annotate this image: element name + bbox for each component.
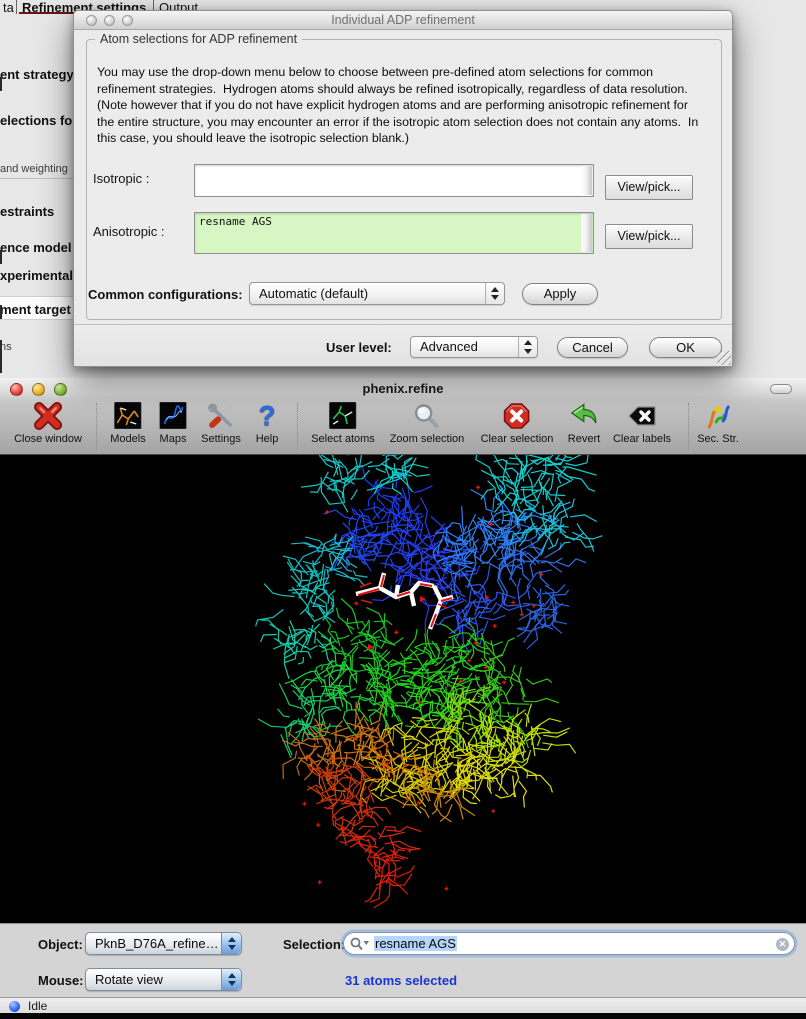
isotropic-label: Isotropic : — [93, 171, 149, 186]
adp-refinement-dialog: Individual ADP refinement Atom selection… — [73, 10, 733, 367]
background-label: ment target — [0, 302, 71, 317]
sec-str-button[interactable]: Sec. Str. — [697, 399, 739, 445]
phenix-refine-window: phenix.refine Close window — [0, 378, 806, 1019]
clipped-widget-edge — [0, 250, 2, 264]
toolbar-separator — [96, 403, 97, 449]
dropdown-stepper — [485, 283, 504, 304]
screen: ta Refinement settings Output ent strate… — [0, 0, 806, 1019]
dropdown-stepper — [518, 337, 537, 357]
clear-labels-icon — [613, 399, 671, 432]
toolbar-separator — [688, 403, 689, 449]
window-header: phenix.refine Close window — [0, 378, 806, 455]
models-button[interactable]: Models — [110, 399, 145, 445]
background-label: ent strategy — [0, 67, 74, 82]
clear-selection-icon — [481, 399, 554, 432]
cancel-button[interactable]: Cancel — [557, 337, 628, 358]
dialog-description: You may use the drop-down menu below to … — [97, 64, 703, 147]
dropdown-stepper — [221, 969, 241, 990]
tab-data-fragment[interactable]: ta — [3, 0, 14, 15]
close-window-icon — [14, 399, 82, 432]
apply-button[interactable]: Apply — [522, 283, 598, 305]
maps-button[interactable]: Maps — [160, 399, 187, 445]
field-scrollbar[interactable] — [581, 214, 592, 252]
user-level-label: User level: — [326, 340, 392, 355]
isotropic-field[interactable] — [194, 164, 594, 197]
search-icon[interactable] — [350, 937, 370, 952]
sec-str-icon — [697, 399, 739, 432]
viewer-control-panel: Object: PknB_D76A_refine… Selection: res… — [0, 923, 806, 997]
dialog-title: Individual ADP refinement — [74, 13, 732, 27]
select-atoms-button[interactable]: Select atoms — [311, 399, 375, 445]
background-label: elections fo — [0, 113, 72, 128]
window-title: phenix.refine — [0, 381, 806, 396]
clear-labels-button[interactable]: Clear labels — [613, 399, 671, 445]
object-value: PknB_D76A_refine… — [95, 936, 219, 951]
close-window-button[interactable]: Close window — [14, 399, 82, 445]
anisotropic-label: Anisotropic : — [93, 224, 165, 239]
molecule-viewport[interactable] — [0, 455, 806, 923]
mouse-mode-dropdown[interactable]: Rotate view — [85, 968, 242, 991]
clipped-widget-edge — [0, 340, 2, 373]
help-button[interactable]: ? Help — [256, 399, 279, 445]
clipped-widget-edge — [0, 77, 2, 91]
clipped-widget-edge — [0, 305, 2, 319]
user-level-value: Advanced — [420, 339, 478, 354]
toolbar-toggle-button[interactable] — [770, 384, 792, 394]
dialog-button-bar: User level: Advanced Cancel OK — [74, 324, 732, 366]
dropdown-stepper — [221, 933, 241, 954]
status-bar: Idle — [0, 997, 806, 1013]
background-divider — [0, 178, 73, 179]
clear-search-icon[interactable]: ✕ — [776, 938, 789, 951]
object-dropdown[interactable]: PknB_D76A_refine… — [85, 932, 242, 955]
zoom-selection-button[interactable]: Zoom selection — [390, 399, 465, 445]
clear-selection-button[interactable]: Clear selection — [481, 399, 554, 445]
anisotropic-field[interactable]: resname AGS — [194, 212, 594, 254]
anisotropic-view-pick-button[interactable]: View/pick... — [605, 224, 693, 249]
background-label: xperimental — [0, 268, 73, 283]
isotropic-view-pick-button[interactable]: View/pick... — [605, 175, 693, 200]
maps-icon — [160, 399, 187, 432]
selection-label: Selection: — [283, 937, 345, 952]
status-text: Idle — [28, 999, 47, 1013]
object-label: Object: — [38, 937, 83, 952]
user-level-dropdown[interactable]: Advanced — [410, 336, 538, 358]
select-atoms-icon — [311, 399, 375, 432]
status-dot-icon — [9, 1001, 20, 1012]
dialog-titlebar[interactable]: Individual ADP refinement — [74, 11, 732, 30]
models-icon — [110, 399, 145, 432]
settings-icon — [201, 399, 241, 432]
selection-search-input[interactable]: resname AGS ✕ — [343, 932, 795, 955]
common-configurations-label: Common configurations: — [88, 287, 243, 302]
mouse-label: Mouse: — [38, 973, 84, 988]
atoms-selected-status: 31 atoms selected — [345, 973, 457, 988]
revert-icon — [568, 399, 600, 432]
mouse-mode-value: Rotate view — [95, 972, 163, 987]
common-configurations-value: Automatic (default) — [259, 286, 368, 301]
help-icon: ? — [256, 399, 279, 432]
background-label: estraints — [0, 204, 54, 219]
field-scrollbar[interactable] — [581, 166, 592, 195]
toolbar-separator — [297, 403, 298, 449]
selection-text: resname AGS — [374, 936, 457, 951]
resize-grip[interactable] — [717, 351, 731, 365]
groupbox-title: Atom selections for ADP refinement — [95, 32, 302, 46]
settings-button[interactable]: Settings — [201, 399, 241, 445]
molecule-render — [0, 455, 806, 923]
background-label: and weighting — [0, 163, 68, 175]
background-label: ence model — [0, 240, 72, 255]
ok-button[interactable]: OK — [649, 337, 722, 358]
anisotropic-value: resname AGS — [199, 215, 578, 228]
window-bottom-edge — [0, 1013, 806, 1019]
tab-separator — [16, 0, 17, 14]
zoom-selection-icon — [390, 399, 465, 432]
common-configurations-dropdown[interactable]: Automatic (default) — [249, 282, 505, 305]
revert-button[interactable]: Revert — [568, 399, 600, 445]
